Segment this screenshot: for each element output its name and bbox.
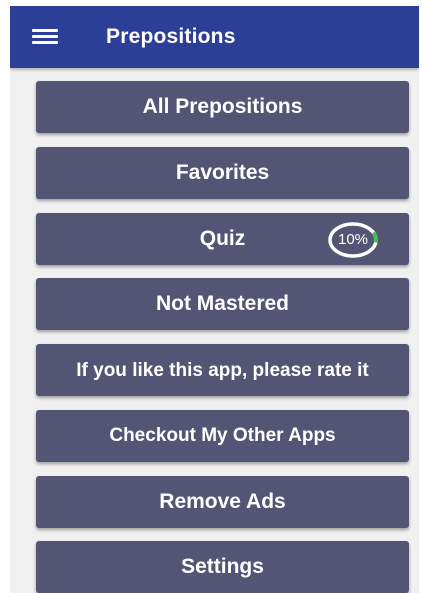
app-bar: Prepositions — [10, 6, 419, 68]
hamburger-menu-icon[interactable] — [32, 29, 58, 45]
app-title: Prepositions — [106, 25, 236, 48]
app-screen: Prepositions All Prepositions Favorites … — [10, 6, 419, 593]
all-prepositions-button[interactable]: All Prepositions — [36, 81, 409, 133]
not-mastered-button[interactable]: Not Mastered — [36, 278, 409, 330]
rate-app-button[interactable]: If you like this app, please rate it — [36, 344, 409, 396]
quiz-button-label: Quiz — [199, 227, 246, 250]
quiz-progress-label: 10% — [337, 231, 369, 248]
other-apps-button[interactable]: Checkout My Other Apps — [36, 410, 409, 462]
quiz-progress-ring: 10% — [327, 221, 379, 259]
remove-ads-button[interactable]: Remove Ads — [36, 476, 409, 528]
favorites-button[interactable]: Favorites — [36, 147, 409, 199]
quiz-button[interactable]: Quiz 10% — [36, 213, 409, 265]
settings-button[interactable]: Settings — [36, 541, 409, 593]
